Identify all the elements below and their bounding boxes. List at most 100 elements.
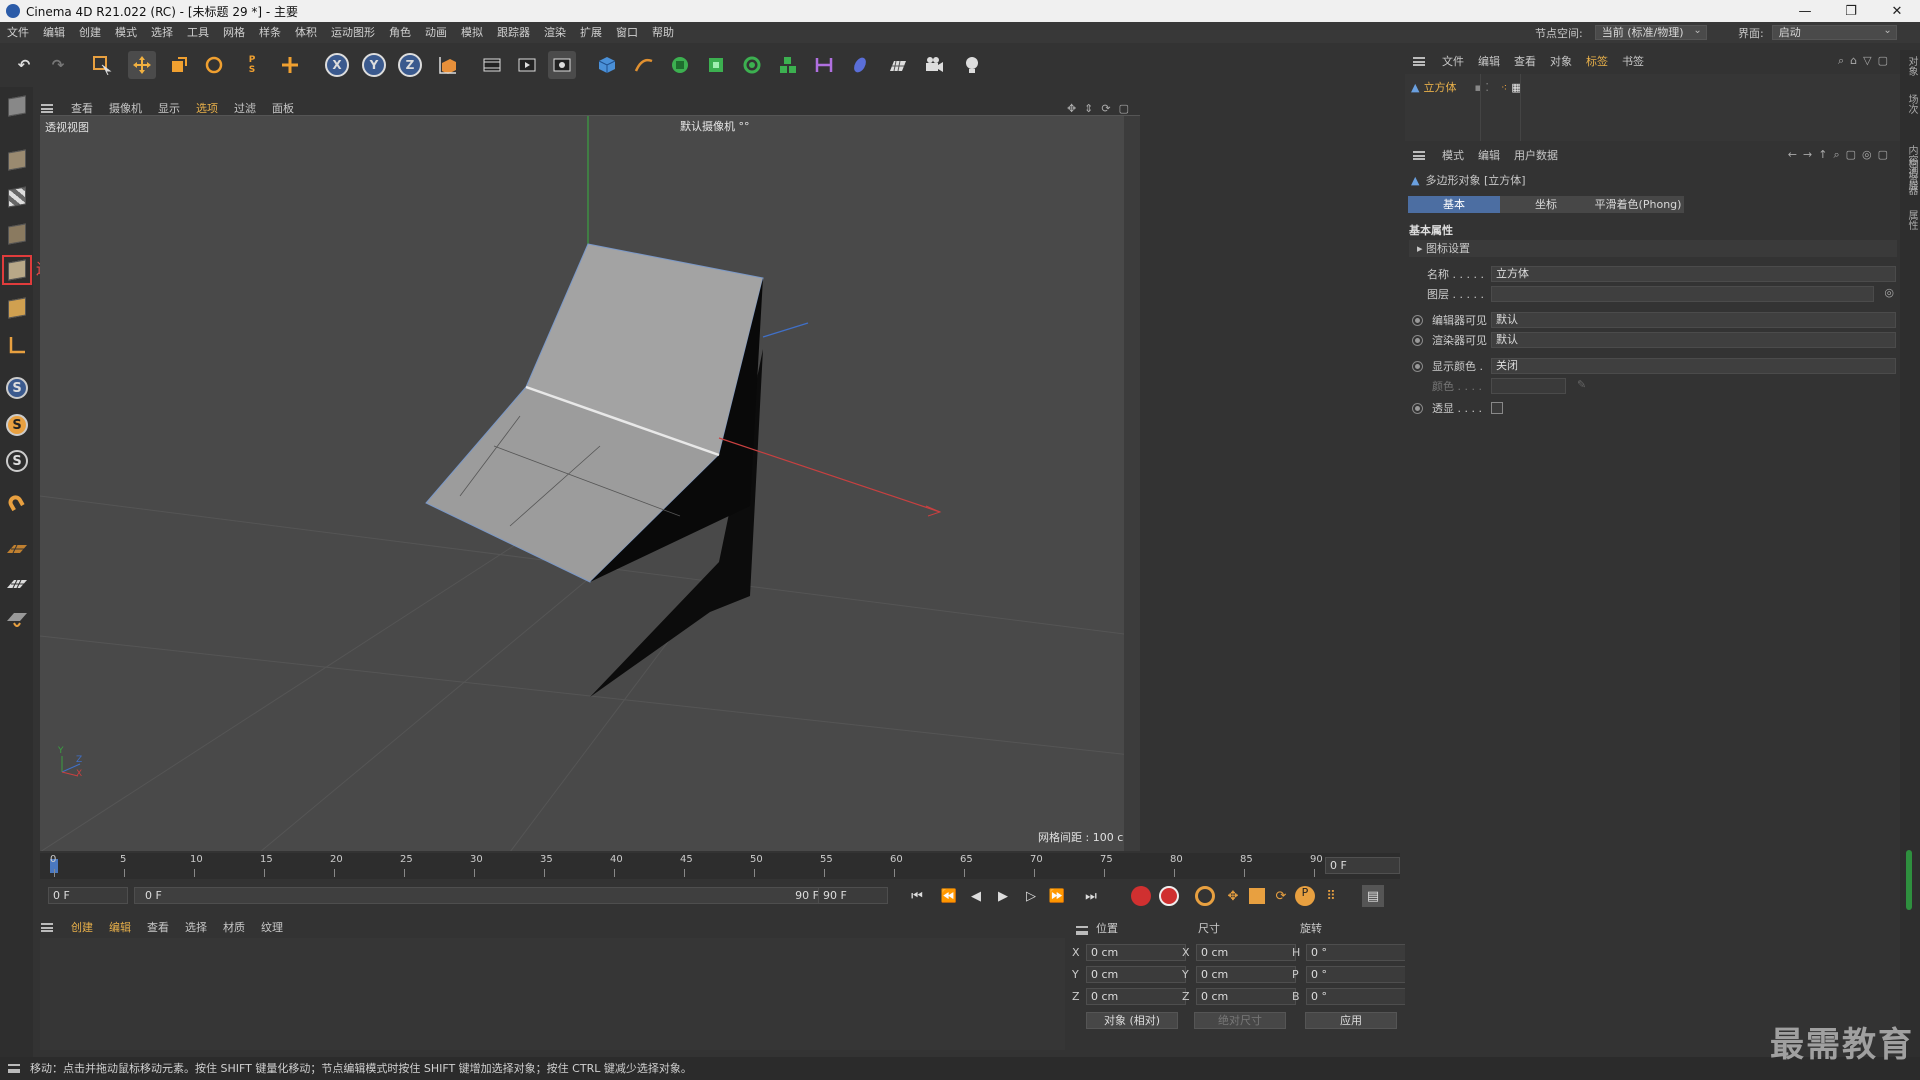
plane-grid-icon[interactable] <box>4 537 30 563</box>
menu-animate[interactable]: 动画 <box>418 22 454 43</box>
play-icon[interactable]: ▶ <box>992 885 1014 907</box>
goto-start-icon[interactable]: ⏮ <box>906 885 928 907</box>
display-color-dropdown[interactable]: 关闭 <box>1491 358 1896 374</box>
animate-radio-icon[interactable] <box>1412 315 1423 326</box>
floor-icon[interactable] <box>884 51 912 79</box>
checker-grid-icon[interactable] <box>4 572 30 598</box>
key-pla-icon[interactable]: ⠿ <box>1320 885 1342 907</box>
previous-key-icon[interactable]: ⏪ <box>938 885 960 907</box>
material-menu-create[interactable]: 创建 <box>63 919 101 935</box>
tab-structure[interactable]: 构造 <box>1904 158 1919 178</box>
size-z-field[interactable]: 0 cm <box>1196 988 1296 1005</box>
menu-render[interactable]: 渲染 <box>537 22 573 43</box>
close-button[interactable]: ✕ <box>1874 4 1920 19</box>
menu-help[interactable]: 帮助 <box>645 22 681 43</box>
quantize-icon[interactable]: S <box>4 448 30 474</box>
magnet-icon[interactable] <box>4 492 30 518</box>
material-menu-icon[interactable] <box>41 922 53 932</box>
material-menu-material[interactable]: 材质 <box>215 919 253 935</box>
next-key-icon[interactable]: ⏩ <box>1046 885 1068 907</box>
viewport-menu-camera[interactable]: 摄像机 <box>101 100 150 116</box>
timeline-ruler[interactable]: 0 5 10 15 20 25 30 35 40 45 50 55 60 65 70 75 80 85 90 <box>40 853 1400 879</box>
goto-end-icon[interactable]: ⏭ <box>1080 885 1102 907</box>
cube-object-icon[interactable] <box>593 51 621 79</box>
mograph-cloner-icon[interactable] <box>738 51 766 79</box>
render-settings-icon[interactable] <box>548 51 576 79</box>
live-selection-icon[interactable] <box>88 51 116 79</box>
viewport-menu-filter[interactable]: 过滤 <box>226 100 264 116</box>
menu-edit[interactable]: 编辑 <box>36 22 72 43</box>
z-axis-lock-icon[interactable]: Z <box>398 53 422 77</box>
autokey-icon[interactable] <box>1158 885 1180 907</box>
y-axis-lock-icon[interactable]: Y <box>362 53 386 77</box>
start-frame-field[interactable]: 0 F <box>48 887 128 904</box>
edge-mode-icon[interactable] <box>2 255 32 285</box>
name-input[interactable]: 立方体 <box>1491 266 1896 282</box>
menu-create[interactable]: 创建 <box>72 22 108 43</box>
rot-b-field[interactable]: 0 ° <box>1306 988 1406 1005</box>
pos-y-field[interactable]: 0 cm <box>1086 966 1186 983</box>
attribute-menu-icon[interactable] <box>1413 150 1425 160</box>
move-tool-icon[interactable] <box>128 51 156 79</box>
om-menu-tags[interactable]: 标签 <box>1579 53 1615 69</box>
animate-radio-icon[interactable] <box>1412 361 1423 372</box>
menu-tracker[interactable]: 跟踪器 <box>490 22 537 43</box>
viewport-menu-icon[interactable] <box>41 103 53 113</box>
tab-basic[interactable]: 基本 <box>1408 196 1500 213</box>
array-icon[interactable] <box>774 51 802 79</box>
key-scale-icon[interactable] <box>1246 885 1268 907</box>
tab-coordinates[interactable]: 坐标 <box>1500 196 1592 213</box>
right-scroll-indicator[interactable] <box>1906 850 1912 910</box>
psr-tool-icon[interactable]: PS <box>238 51 266 79</box>
render-visible-dropdown[interactable]: 默认 <box>1491 332 1896 348</box>
om-menu-file[interactable]: 文件 <box>1435 53 1471 69</box>
current-frame-field[interactable]: 0 F <box>1325 857 1400 874</box>
material-menu-view[interactable]: 查看 <box>139 919 177 935</box>
material-menu-select[interactable]: 选择 <box>177 919 215 935</box>
coordinates-menu-icon[interactable] <box>1076 926 1088 935</box>
om-menu-bookmarks[interactable]: 书签 <box>1615 53 1651 69</box>
menu-select[interactable]: 选择 <box>144 22 180 43</box>
om-toolbar-icons[interactable]: ⌕⌂▽▢ <box>1838 54 1894 68</box>
render-view-icon[interactable] <box>478 51 506 79</box>
subdivision-surface-icon[interactable] <box>666 51 694 79</box>
rot-h-field[interactable]: 0 ° <box>1306 944 1406 961</box>
menu-character[interactable]: 角色 <box>382 22 418 43</box>
minimize-button[interactable]: — <box>1782 4 1828 19</box>
eyedropper-icon[interactable]: ✎ <box>1577 378 1586 391</box>
visibility-dots-icon[interactable]: ▪ ⁚ <box>1474 81 1488 94</box>
key-position-icon[interactable]: ✥ <box>1222 885 1244 907</box>
key-rotation-icon[interactable]: ⟳ <box>1270 885 1292 907</box>
coordinate-mode-dropdown[interactable]: 对象 (相对) <box>1086 1012 1178 1029</box>
om-menu-objects[interactable]: 对象 <box>1543 53 1579 69</box>
record-keys-icon[interactable] <box>1130 885 1152 907</box>
render-to-picture-viewer-icon[interactable] <box>513 51 541 79</box>
viewport-menu-panel[interactable]: 面板 <box>264 100 302 116</box>
polygon-mode-icon[interactable] <box>4 295 30 321</box>
viewport-scrollbar[interactable] <box>1124 116 1140 851</box>
light-icon[interactable] <box>958 51 986 79</box>
deformer-icon[interactable] <box>810 51 838 79</box>
menu-mode[interactable]: 模式 <box>108 22 144 43</box>
scale-tool-icon[interactable] <box>165 51 193 79</box>
key-parameter-icon[interactable]: P <box>1294 885 1316 907</box>
make-editable-icon[interactable] <box>4 93 30 119</box>
viewport-menu-options[interactable]: 选项 <box>188 100 226 116</box>
workplane-lock-icon[interactable] <box>4 607 30 633</box>
om-menu-edit[interactable]: 编辑 <box>1471 53 1507 69</box>
menu-file[interactable]: 文件 <box>0 22 36 43</box>
tab-layers[interactable]: 层 <box>1904 180 1919 190</box>
attr-nav-icons[interactable]: ←→↑⌕▢◎▢ <box>1788 148 1894 162</box>
workplane-icon[interactable] <box>4 332 30 358</box>
om-menu-view[interactable]: 查看 <box>1507 53 1543 69</box>
tab-phong[interactable]: 平滑着色(Phong) <box>1592 196 1684 213</box>
node-space-dropdown[interactable]: 当前 (标准/物理) <box>1594 24 1707 40</box>
tab-attributes[interactable]: 属性 <box>1904 210 1919 230</box>
coordinate-system-icon[interactable] <box>434 51 462 79</box>
menu-volume[interactable]: 体积 <box>288 22 324 43</box>
perspective-viewport[interactable]: 透视视图 默认摄像机 °° 网格间距 : 100 cm Y Z X <box>40 115 1140 851</box>
point-mode-icon[interactable] <box>4 221 30 247</box>
size-x-field[interactable]: 0 cm <box>1196 944 1296 961</box>
menu-tools[interactable]: 工具 <box>180 22 216 43</box>
camera-icon[interactable] <box>920 51 948 79</box>
